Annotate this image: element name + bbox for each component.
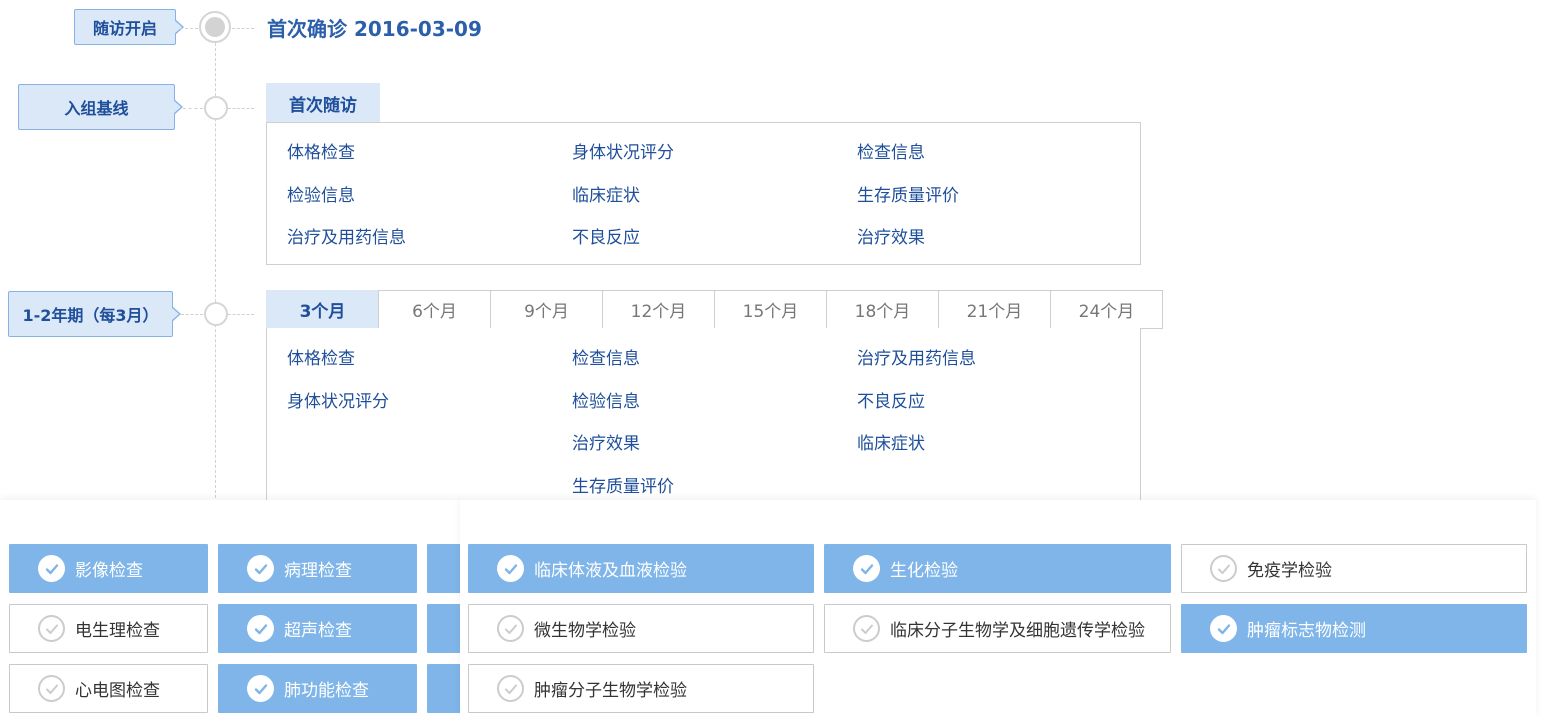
tab-month-6[interactable]: 6个月	[378, 290, 491, 329]
link-clinical-symptoms[interactable]: 临床症状	[572, 181, 640, 206]
link-quality-of-life[interactable]: 生存质量评价	[857, 181, 959, 206]
connector	[232, 28, 254, 29]
exam-option-label: 心电图检查	[75, 681, 160, 701]
exam-option-ultrasound[interactable]: 超声检查	[218, 604, 417, 653]
lab-option-immunology[interactable]: 免疫学检验	[1181, 544, 1527, 593]
tag-period: 1-2年期（每3月）	[8, 291, 181, 337]
link-physical-status-score[interactable]: 身体状况评分	[287, 387, 389, 412]
tab-month-12[interactable]: 12个月	[602, 290, 715, 329]
check-circle-icon	[497, 675, 524, 702]
tag-follow-up-start-label: 随访开启	[92, 19, 157, 38]
link-treatment-effect[interactable]: 治疗效果	[857, 223, 925, 248]
exam-option-label: 病理检查	[284, 561, 352, 581]
check-circle-icon	[38, 555, 65, 582]
link-treatment-medication[interactable]: 治疗及用药信息	[857, 344, 976, 369]
link-treatment-effect[interactable]: 治疗效果	[572, 429, 640, 454]
link-exam-info[interactable]: 检查信息	[857, 138, 925, 163]
check-circle-icon	[853, 615, 880, 642]
link-adverse-reactions[interactable]: 不良反应	[857, 387, 925, 412]
check-circle-icon	[853, 555, 880, 582]
lab-option-label: 临床分子生物学及细胞遗传学检验	[890, 621, 1145, 641]
connector	[228, 314, 254, 315]
check-circle-icon	[497, 555, 524, 582]
check-circle-icon	[1210, 555, 1237, 582]
exam-option-pulmonary-function[interactable]: 肺功能检查	[218, 664, 417, 713]
link-physical-status-score[interactable]: 身体状况评分	[572, 138, 674, 163]
lab-option-tumor-molecular-biology[interactable]: 肿瘤分子生物学检验	[468, 664, 814, 713]
exam-option-label: 电生理检查	[75, 621, 160, 641]
exam-option-label: 影像检查	[75, 561, 143, 581]
lab-option-label: 免疫学检验	[1247, 561, 1332, 581]
first-diagnosis-date: 首次确诊 2016-03-09	[267, 17, 482, 41]
connector	[228, 108, 254, 109]
period-panel: 体格检查 身体状况评分 检查信息 检验信息 治疗效果 生存质量评价 治疗及用药信…	[266, 328, 1141, 508]
exam-option-label: 超声检查	[284, 621, 352, 641]
lab-option-label: 临床体液及血液检验	[534, 561, 687, 581]
tab-first-visit-label: 首次随访	[289, 95, 357, 116]
check-circle-icon	[1210, 615, 1237, 642]
link-exam-info[interactable]: 检查信息	[572, 344, 640, 369]
tab-month-21[interactable]: 21个月	[938, 290, 1051, 329]
connector	[183, 108, 203, 109]
tab-month-9[interactable]: 9个月	[490, 290, 603, 329]
timeline-node-period	[204, 302, 228, 326]
link-adverse-reactions[interactable]: 不良反应	[572, 223, 640, 248]
exam-option-label: 肺功能检查	[284, 681, 369, 701]
lab-option-biochemistry[interactable]: 生化检验	[824, 544, 1171, 593]
tab-month-24[interactable]: 24个月	[1050, 290, 1163, 329]
lab-option-label: 肿瘤标志物检测	[1247, 621, 1366, 641]
lab-option-tumor-markers[interactable]: 肿瘤标志物检测	[1181, 604, 1527, 653]
lab-option-label: 生化检验	[890, 561, 958, 581]
link-lab-info[interactable]: 检验信息	[287, 181, 355, 206]
check-circle-icon	[247, 615, 274, 642]
tab-month-18[interactable]: 18个月	[826, 290, 939, 329]
check-circle-icon	[247, 555, 274, 582]
connector	[180, 28, 198, 29]
first-visit-panel: 体格检查 身体状况评分 检查信息 检验信息 临床症状 生存质量评价 治疗及用药信…	[266, 122, 1141, 265]
link-quality-of-life[interactable]: 生存质量评价	[572, 472, 674, 497]
link-clinical-symptoms[interactable]: 临床症状	[857, 429, 925, 454]
check-circle-icon	[38, 675, 65, 702]
tab-month-3[interactable]: 3个月	[266, 290, 379, 329]
lab-option-body-fluid-blood[interactable]: 临床体液及血液检验	[468, 544, 814, 593]
timeline-node-start	[199, 11, 231, 43]
check-circle-icon	[38, 615, 65, 642]
tag-baseline: 入组基线	[18, 84, 183, 130]
tag-follow-up-start: 随访开启	[74, 9, 184, 45]
lab-option-molecular-cytogenetics[interactable]: 临床分子生物学及细胞遗传学检验	[824, 604, 1171, 653]
link-lab-info[interactable]: 检验信息	[572, 387, 640, 412]
tag-period-label: 1-2年期（每3月）	[22, 306, 159, 325]
link-treatment-medication[interactable]: 治疗及用药信息	[287, 223, 406, 248]
lab-category-sheet: 临床体液及血液检验 生化检验 免疫学检验 微生物学检验 临床分子生物学及细胞遗传…	[460, 500, 1536, 717]
connector	[181, 314, 203, 315]
check-circle-icon	[497, 615, 524, 642]
check-circle-icon	[247, 675, 274, 702]
lab-option-label: 微生物学检验	[534, 621, 636, 641]
tag-baseline-label: 入组基线	[64, 99, 129, 118]
link-physical-exam[interactable]: 体格检查	[287, 138, 355, 163]
exam-option-electrophysiology[interactable]: 电生理检查	[9, 604, 208, 653]
exam-option-ecg[interactable]: 心电图检查	[9, 664, 208, 713]
timeline-node-baseline	[204, 96, 228, 120]
exam-category-sheet: 影像检查 病理检查 电生理检查 超声检查 心电图检查 肺功能检查	[0, 500, 467, 717]
lab-option-label: 肿瘤分子生物学检验	[534, 681, 687, 701]
exam-option-pathology[interactable]: 病理检查	[218, 544, 417, 593]
tab-month-15[interactable]: 15个月	[714, 290, 827, 329]
link-physical-exam[interactable]: 体格检查	[287, 344, 355, 369]
month-tabs: 3个月 6个月 9个月 12个月 15个月 18个月 21个月 24个月	[266, 290, 1163, 329]
exam-option-imaging[interactable]: 影像检查	[9, 544, 208, 593]
tab-first-visit[interactable]: 首次随访	[266, 83, 380, 123]
lab-option-microbiology[interactable]: 微生物学检验	[468, 604, 814, 653]
